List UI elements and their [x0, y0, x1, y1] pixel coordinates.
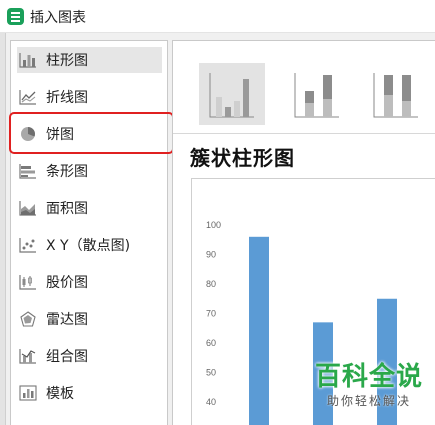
y-tick-label: 40 — [206, 397, 216, 407]
sidebar-item-combo-chart[interactable]: 组合图 — [17, 343, 162, 369]
y-tick-label: 100 — [206, 220, 221, 230]
app-icon — [7, 8, 24, 25]
y-tick-label: 60 — [206, 338, 216, 348]
sidebar-item-template[interactable]: 模板 — [17, 380, 162, 406]
y-tick-label: 70 — [206, 309, 216, 319]
subtype-clustered-column[interactable] — [199, 63, 265, 125]
sidebar-item-scatter-chart[interactable]: X Y（散点图) — [17, 232, 162, 258]
sidebar-item-label: 折线图 — [46, 90, 88, 106]
sidebar-item-area-chart[interactable]: 面积图 — [17, 195, 162, 221]
area-chart-icon — [19, 200, 37, 216]
stock-chart-icon — [19, 274, 37, 290]
bar — [377, 298, 397, 425]
sidebar-item-pie-chart[interactable]: 饼图 — [17, 121, 162, 147]
preview-chart: 100 90 80 70 60 50 40 — [206, 220, 397, 425]
bar — [249, 236, 269, 425]
sidebar-item-label: 柱形图 — [46, 53, 88, 69]
chart-type-sidebar: 柱形图 折线图 饼图 条形图 面积图 X Y（散点图) 股价图 雷达图 组合图 … — [10, 40, 168, 425]
sidebar-item-horizontal-bar-chart[interactable]: 条形图 — [17, 158, 162, 184]
stacked-column-icon — [294, 73, 339, 118]
radar-chart-icon — [19, 311, 37, 327]
template-icon — [19, 385, 37, 401]
left-strip — [0, 33, 6, 425]
chart-preview-panel: 簇状柱形图 100 90 80 70 60 50 40 — [172, 40, 435, 425]
sidebar-item-label: X Y（散点图) — [46, 238, 131, 254]
sidebar-item-label: 组合图 — [46, 349, 88, 365]
chart-preview: 100 90 80 70 60 50 40 — [191, 178, 435, 425]
pie-chart-icon — [19, 126, 37, 142]
sidebar-item-label: 雷达图 — [46, 312, 88, 328]
sidebar-item-stock-chart[interactable]: 股价图 — [17, 269, 162, 295]
title-bar: 插入图表 — [0, 0, 435, 33]
sidebar-item-radar-chart[interactable]: 雷达图 — [17, 306, 162, 332]
sidebar-item-bar-chart[interactable]: 柱形图 — [17, 47, 162, 73]
window-title: 插入图表 — [30, 10, 86, 26]
bar-chart-icon — [19, 52, 37, 68]
y-tick-label: 80 — [206, 279, 216, 289]
chart-subtype-title: 簇状柱形图 — [190, 146, 295, 170]
sidebar-item-label: 模板 — [46, 386, 74, 402]
sidebar-item-label: 面积图 — [46, 201, 88, 217]
line-chart-icon — [19, 89, 37, 105]
y-tick-label: 50 — [206, 368, 216, 378]
clustered-column-icon — [209, 73, 254, 118]
sidebar-item-label: 条形图 — [46, 164, 88, 180]
subtype-percent-stacked-column[interactable] — [363, 63, 429, 125]
sidebar-item-label: 饼图 — [46, 127, 74, 143]
subtype-stacked-column[interactable] — [284, 63, 350, 125]
scatter-chart-icon — [19, 237, 37, 253]
divider — [173, 133, 435, 134]
bar — [313, 322, 333, 425]
sidebar-item-label: 股价图 — [46, 275, 88, 291]
percent-stacked-column-icon — [373, 73, 418, 118]
combo-chart-icon — [19, 348, 37, 364]
y-tick-label: 90 — [206, 250, 216, 260]
sidebar-item-line-chart[interactable]: 折线图 — [17, 84, 162, 110]
horizontal-bar-chart-icon — [19, 163, 37, 179]
